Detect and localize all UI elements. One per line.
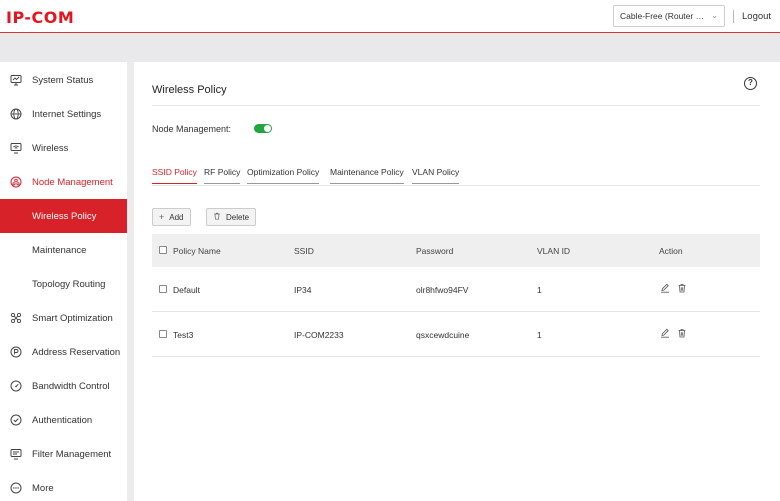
mode-select-value: Cable-Free (Router M... [620, 11, 710, 21]
sidebar-item-bandwidth-control[interactable]: Bandwidth Control [0, 369, 127, 403]
sidebar-item-label: System Status [32, 74, 94, 86]
sidebar-item-label: Smart Optimization [32, 312, 113, 324]
sidebar-item-authentication[interactable]: Authentication [0, 403, 127, 437]
sidebar-item-more[interactable]: More [0, 471, 127, 501]
cell-password: olr8hfwo94FV [416, 285, 469, 295]
delete-button-label: Delete [226, 212, 250, 222]
sidebar-item-wireless-policy[interactable]: Wireless Policy [0, 199, 127, 233]
logout-link[interactable]: Logout [742, 11, 771, 22]
sidebar-item-label: Internet Settings [32, 108, 102, 120]
main-panel: Wireless Policy ? Node Management: SSID … [134, 62, 780, 501]
sidebar-item-label: Maintenance [32, 244, 87, 256]
sidebar-item-address-reservation[interactable]: Address Reservation [0, 335, 127, 369]
table-row: Default IP34 olr8hfwo94FV 1 [152, 267, 760, 312]
optimize-icon [9, 311, 23, 325]
node-management-toggle[interactable] [254, 124, 272, 133]
tab-optimization-policy[interactable]: Optimization Policy [247, 167, 320, 184]
ipcom-logo: IP-COM [6, 8, 75, 27]
gauge-icon [9, 379, 23, 393]
sidebar-item-smart-optimization[interactable]: Smart Optimization [0, 301, 127, 335]
row-checkbox[interactable] [159, 330, 167, 338]
tab-vlan-policy[interactable]: VLAN Policy [412, 167, 460, 184]
cell-vlan-id: 1 [537, 330, 542, 340]
sidebar-item-label: More [32, 482, 54, 494]
title-divider [152, 105, 760, 106]
globe-icon [9, 107, 23, 121]
top-bar: IP-COM Cable-Free (Router M... ⌄ Logout [0, 0, 780, 33]
sidebar-item-label: Address Reservation [32, 346, 121, 358]
cell-policy-name: Default [173, 285, 200, 295]
plus-icon: + [159, 212, 165, 222]
sidebar-item-filter-management[interactable]: Filter Management [0, 437, 127, 471]
address-icon [9, 345, 23, 359]
sidebar-item-label: Node Management [32, 176, 113, 188]
column-header-ssid: SSID [294, 246, 314, 256]
header-divider [733, 10, 734, 23]
sidebar-item-label: Wireless [32, 142, 69, 154]
trash-icon [213, 212, 221, 222]
sidebar-item-maintenance[interactable]: Maintenance [0, 233, 127, 267]
delete-button[interactable]: Delete [206, 208, 257, 226]
tab-ssid-policy[interactable]: SSID Policy [152, 167, 197, 184]
sidebar-item-node-management[interactable]: Node Management [0, 165, 127, 199]
trash-icon[interactable] [676, 282, 688, 294]
wifi-icon [9, 141, 23, 155]
sidebar-item-label: Bandwidth Control [32, 380, 110, 392]
column-header-policy-name: Policy Name [173, 246, 221, 256]
column-header-action: Action [659, 246, 683, 256]
cell-password: qsxcewdcuine [416, 330, 470, 340]
help-icon[interactable]: ? [744, 77, 757, 90]
sidebar-item-label: Authentication [32, 414, 93, 426]
monitor-icon [9, 73, 23, 87]
sidebar-item-label: Filter Management [32, 448, 112, 460]
sidebar-item-wireless[interactable]: Wireless [0, 131, 127, 165]
chevron-down-icon: ⌄ [711, 11, 718, 20]
filter-icon [9, 447, 23, 461]
sidebar-item-internet-settings[interactable]: Internet Settings [0, 97, 127, 131]
shield-icon [9, 413, 23, 427]
row-checkbox[interactable] [159, 285, 167, 293]
column-header-vlan-id: VLAN ID [537, 246, 571, 256]
tab-maintenance-policy[interactable]: Maintenance Policy [330, 167, 404, 184]
sidebar-item-topology-routing[interactable]: Topology Routing [0, 267, 127, 301]
cell-policy-name: Test3 [173, 330, 194, 340]
sidebar-item-label: Wireless Policy [32, 210, 97, 222]
trash-icon[interactable] [676, 327, 688, 339]
table-header: Policy Name SSID Password VLAN ID Action [152, 234, 760, 267]
table-row: Test3 IP-COM2233 qsxcewdcuine 1 [152, 312, 760, 357]
add-button-label: Add [169, 212, 184, 222]
page-title: Wireless Policy [152, 84, 227, 96]
cell-vlan-id: 1 [537, 285, 542, 295]
sidebar: System Status Internet Settings Wireless… [0, 62, 127, 501]
edit-icon[interactable] [659, 282, 671, 294]
edit-icon[interactable] [659, 327, 671, 339]
sidebar-item-label: Topology Routing [32, 278, 106, 290]
add-button[interactable]: + Add [152, 208, 191, 226]
policy-tabs: SSID Policy RF Policy Optimization Polic… [152, 162, 760, 186]
select-all-checkbox[interactable] [159, 246, 167, 254]
column-header-password: Password [416, 246, 454, 256]
more-icon [9, 481, 23, 495]
sub-header-bar [0, 34, 780, 62]
mode-select[interactable]: Cable-Free (Router M... ⌄ [613, 5, 725, 27]
node-management-label: Node Management: [152, 124, 232, 134]
node-icon [9, 175, 23, 189]
cell-ssid: IP-COM2233 [294, 330, 344, 340]
cell-ssid: IP34 [294, 285, 312, 295]
sidebar-item-system-status[interactable]: System Status [0, 63, 127, 97]
tab-rf-policy[interactable]: RF Policy [204, 167, 241, 184]
